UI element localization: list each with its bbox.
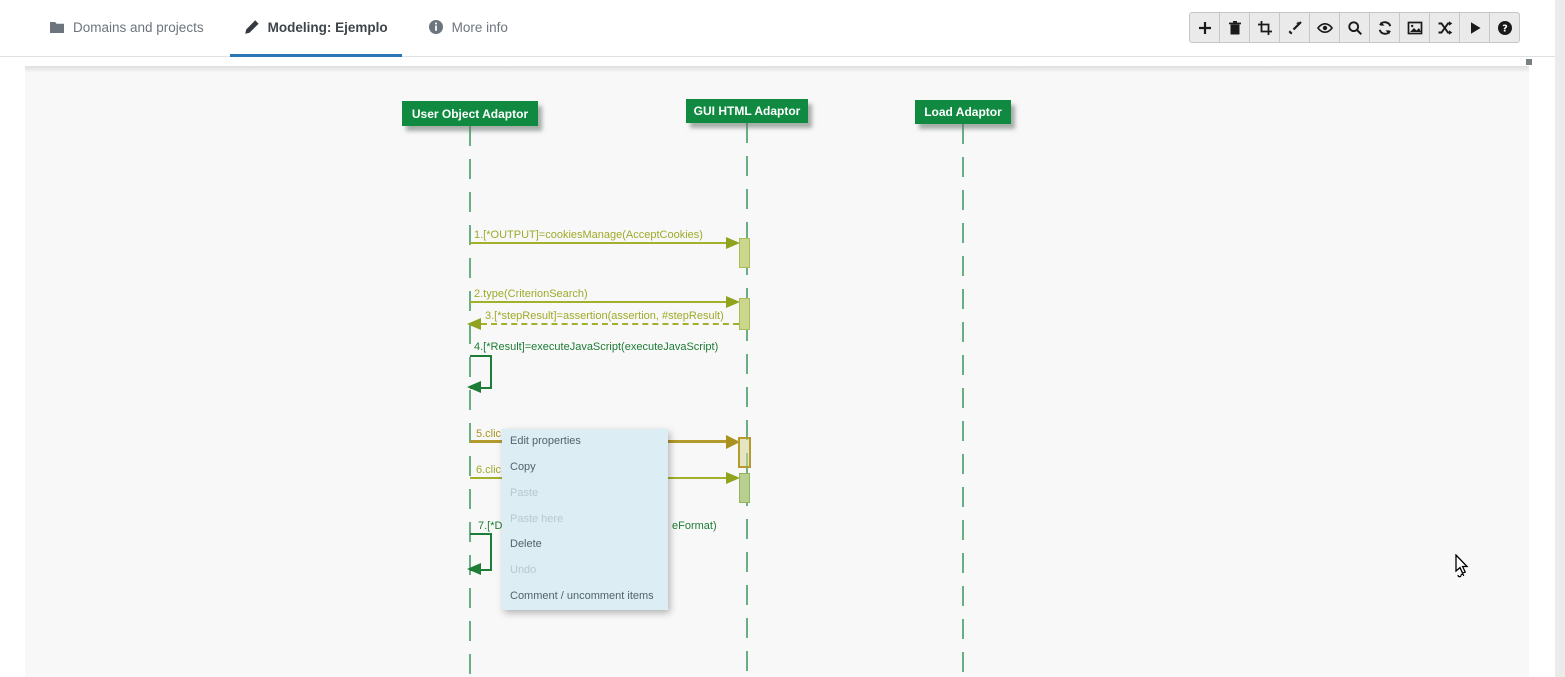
crop-icon xyxy=(1257,20,1273,36)
lifeline-name: User Object Adaptor xyxy=(412,107,528,121)
context-menu-item-edit-properties[interactable]: Edit properties xyxy=(502,429,668,455)
delete-button[interactable] xyxy=(1219,12,1250,43)
lifeline-gui-html-adaptor[interactable] xyxy=(746,123,748,677)
message-2-label[interactable]: 2.type(CriterionSearch) xyxy=(474,288,588,300)
message-3-arrowhead-icon xyxy=(467,318,481,330)
context-menu: Edit properties Copy Paste Paste here De… xyxy=(502,429,668,610)
canvas-top-shadow xyxy=(25,66,1529,73)
message-1-arrowhead-icon xyxy=(726,237,740,249)
top-navigation-bar: Domains and projects Modeling: Ejemplo M… xyxy=(0,0,1556,57)
tab-label: More info xyxy=(452,20,508,35)
crop-button[interactable] xyxy=(1249,12,1280,43)
activation-bar[interactable] xyxy=(739,298,750,330)
lifeline-header-user-object-adaptor[interactable]: User Object Adaptor xyxy=(402,101,538,126)
run-button[interactable] xyxy=(1459,12,1490,43)
lifeline-header-load-adaptor[interactable]: Load Adaptor xyxy=(915,100,1011,124)
context-menu-item-comment-uncomment[interactable]: Comment / uncomment items xyxy=(502,584,668,610)
canvas-resize-handle[interactable] xyxy=(1526,59,1532,65)
mouse-cursor-icon xyxy=(1453,554,1477,587)
folder-icon xyxy=(49,19,65,35)
refresh-icon xyxy=(1377,20,1393,36)
message-2-arrowhead-icon xyxy=(726,296,740,308)
magic-wand-button[interactable] xyxy=(1279,12,1310,43)
message-4-arrowhead-icon xyxy=(467,381,481,393)
message-1-label[interactable]: 1.[*OUTPUT]=cookiesManage(AcceptCookies) xyxy=(474,229,703,241)
message-6-arrowhead-icon xyxy=(726,472,740,484)
image-button[interactable] xyxy=(1399,12,1430,43)
lifeline-name: GUI HTML Adaptor xyxy=(694,104,801,118)
tab-label: Modeling: Ejemplo xyxy=(268,20,388,35)
message-7-arrowhead-icon xyxy=(467,563,481,575)
lifeline-user-object-adaptor[interactable] xyxy=(469,126,471,677)
pencil-icon xyxy=(244,19,260,35)
context-menu-item-copy[interactable]: Copy xyxy=(502,455,668,481)
tab-bar: Domains and projects Modeling: Ejemplo M… xyxy=(35,0,534,57)
activation-bar[interactable] xyxy=(739,473,750,503)
activation-bar-selected[interactable] xyxy=(738,437,751,468)
context-menu-item-delete[interactable]: Delete xyxy=(502,532,668,558)
lifeline-name: Load Adaptor xyxy=(924,105,1002,119)
play-icon xyxy=(1467,20,1483,36)
sequence-diagram-canvas[interactable]: User Object Adaptor GUI HTML Adaptor Loa… xyxy=(25,66,1529,677)
message-3-label[interactable]: 3.[*stepResult]=assertion(assertion, #st… xyxy=(485,310,724,322)
add-button[interactable] xyxy=(1189,12,1220,43)
add-icon xyxy=(1197,20,1213,36)
eye-icon xyxy=(1317,20,1333,36)
help-icon: ? xyxy=(1497,20,1513,36)
context-menu-item-undo: Undo xyxy=(502,558,668,584)
image-icon xyxy=(1407,20,1423,36)
message-7-label-left[interactable]: 7.[*D xyxy=(478,520,502,532)
tab-label: Domains and projects xyxy=(73,20,204,35)
message-5-label[interactable]: 5.clic xyxy=(476,428,501,440)
tab-domains-and-projects[interactable]: Domains and projects xyxy=(35,0,218,57)
context-menu-item-paste-here: Paste here xyxy=(502,507,668,533)
shuffle-button[interactable] xyxy=(1429,12,1460,43)
svg-text:?: ? xyxy=(1502,23,1508,34)
shuffle-icon xyxy=(1437,20,1453,36)
message-4-label[interactable]: 4.[*Result]=executeJavaScript(executeJav… xyxy=(474,341,718,353)
diagram-toolbar: ? xyxy=(1189,12,1520,43)
magic-wand-icon xyxy=(1287,20,1303,36)
visibility-button[interactable] xyxy=(1309,12,1340,43)
trash-icon xyxy=(1227,20,1243,36)
message-1-line[interactable] xyxy=(470,242,728,244)
help-button[interactable]: ? xyxy=(1489,12,1520,43)
context-menu-item-paste: Paste xyxy=(502,481,668,507)
message-2-line[interactable] xyxy=(470,301,728,303)
message-6-label[interactable]: 6.clic xyxy=(476,464,501,476)
search-icon xyxy=(1347,20,1363,36)
info-icon xyxy=(428,19,444,35)
refresh-button[interactable] xyxy=(1369,12,1400,43)
vertical-scrollbar[interactable] xyxy=(1555,0,1565,677)
message-3-line[interactable] xyxy=(481,323,739,325)
lifeline-load-adaptor[interactable] xyxy=(962,124,964,677)
message-7-label-right[interactable]: eFormat) xyxy=(672,520,717,532)
activation-bar[interactable] xyxy=(739,238,750,268)
lifeline-header-gui-html-adaptor[interactable]: GUI HTML Adaptor xyxy=(686,99,808,123)
search-button[interactable] xyxy=(1339,12,1370,43)
tab-more-info[interactable]: More info xyxy=(414,0,522,57)
tab-modeling-ejemplo[interactable]: Modeling: Ejemplo xyxy=(230,0,402,57)
